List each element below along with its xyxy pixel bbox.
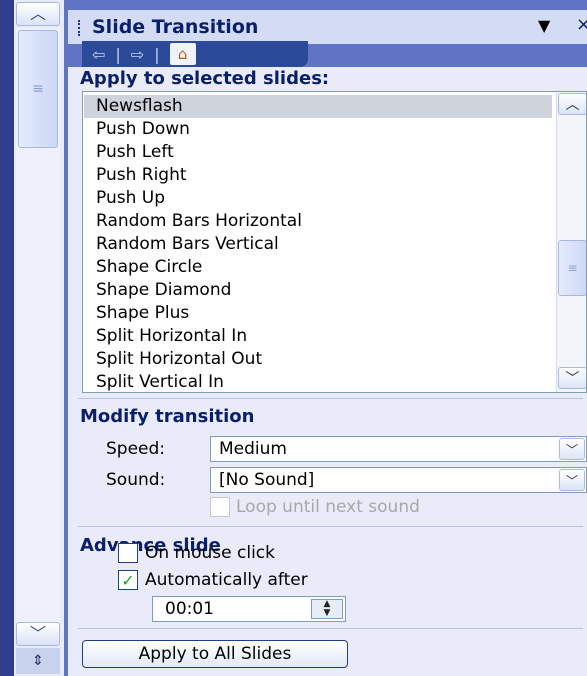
list-scroll-down-button[interactable]: ﹀ <box>558 367 586 389</box>
split-view-button[interactable]: ⇕ <box>16 648 60 674</box>
nav-separator: | <box>115 44 121 64</box>
list-item[interactable]: Split Vertical In <box>84 371 552 392</box>
list-item[interactable]: Shape Circle <box>84 256 552 279</box>
back-arrow-icon[interactable]: ⇦ <box>92 45 105 64</box>
vertical-scrollbar[interactable]: ︿ ≡ ﹀ ⇕ <box>14 0 64 676</box>
speed-label: Speed: <box>106 439 166 459</box>
loop-checkbox[interactable] <box>210 497 230 517</box>
list-scrollbar[interactable]: ︿ ≡ ﹀ <box>556 92 586 392</box>
time-value: 00:01 <box>165 599 214 619</box>
spin-down-icon[interactable]: ▼ <box>324 609 331 618</box>
forward-arrow-icon[interactable]: ⇨ <box>131 45 144 64</box>
chevron-up-icon: ︿ <box>565 97 580 113</box>
time-spinner[interactable]: 00:01 ▲ ▼ <box>152 596 346 622</box>
speed-value: Medium <box>219 439 287 459</box>
pane-body: Apply to selected slides: Newsflash Push… <box>68 67 587 676</box>
pane-title: Slide Transition <box>92 16 259 38</box>
chevron-down-icon: ﹀ <box>565 371 580 387</box>
modify-section-label: Modify transition <box>80 406 255 427</box>
list-item[interactable]: Push Down <box>84 118 552 141</box>
grip-icon: ≡ <box>567 261 578 275</box>
divider <box>78 398 583 399</box>
list-item[interactable]: Shape Plus <box>84 302 552 325</box>
chevron-down-icon[interactable]: ﹀ <box>559 438 585 460</box>
divider <box>78 628 583 629</box>
automatically-after-checkbox[interactable]: ✓ <box>118 570 138 590</box>
close-icon[interactable]: × <box>576 14 587 35</box>
list-item[interactable]: Random Bars Vertical <box>84 233 552 256</box>
list-item[interactable]: Shape Diamond <box>84 279 552 302</box>
nav-separator: | <box>154 44 160 64</box>
divider <box>78 526 583 527</box>
list-item[interactable]: Split Horizontal Out <box>84 348 552 371</box>
list-item[interactable]: Push Right <box>84 164 552 187</box>
home-icon[interactable]: ⌂ <box>169 43 196 65</box>
on-mouse-click-label: On mouse click <box>145 543 275 563</box>
sound-label: Sound: <box>106 470 166 490</box>
apply-section-label: Apply to selected slides: <box>80 68 330 89</box>
chevron-down-icon: ﹀ <box>29 624 46 643</box>
scroll-down-button[interactable]: ﹀ <box>16 622 60 646</box>
sound-dropdown[interactable]: [No Sound] ﹀ <box>210 467 587 493</box>
list-item[interactable]: Push Up <box>84 187 552 210</box>
list-item[interactable]: Push Left <box>84 141 552 164</box>
pane-nav-bar: ⇦ | ⇨ | ⌂ <box>82 41 308 67</box>
transition-list[interactable]: Newsflash Push Down Push Left Push Right… <box>82 91 587 393</box>
sound-value: [No Sound] <box>219 470 315 490</box>
chevron-up-icon: ︿ <box>29 4 46 23</box>
split-arrows-icon: ⇕ <box>32 653 44 669</box>
apply-to-all-slides-button[interactable]: Apply to All Slides <box>82 640 348 668</box>
spinner-buttons[interactable]: ▲ ▼ <box>311 599 343 619</box>
scroll-thumb[interactable]: ≡ <box>18 30 58 148</box>
speed-dropdown[interactable]: Medium ﹀ <box>210 436 587 462</box>
loop-label: Loop until next sound <box>236 497 420 517</box>
list-scroll-thumb[interactable]: ≡ <box>558 240 586 296</box>
grip-icon: ≡ <box>32 81 44 97</box>
slide-sorter-strip <box>0 0 14 676</box>
pane-header: Slide Transition ▼ × <box>68 10 587 44</box>
pane-menu-arrow-icon[interactable]: ▼ <box>538 16 550 35</box>
on-mouse-click-checkbox[interactable] <box>118 543 138 563</box>
list-item[interactable]: Newsflash <box>84 95 552 118</box>
automatically-after-label: Automatically after <box>145 570 308 590</box>
list-item[interactable]: Split Horizontal In <box>84 325 552 348</box>
list-item[interactable]: Random Bars Horizontal <box>84 210 552 233</box>
list-scroll-up-button[interactable]: ︿ <box>558 93 586 115</box>
slide-transition-pane: Slide Transition ▼ × ⇦ | ⇨ | ⌂ Apply to … <box>64 0 587 676</box>
chevron-down-icon[interactable]: ﹀ <box>559 469 585 491</box>
scroll-up-button[interactable]: ︿ <box>16 2 60 26</box>
drag-grip-icon[interactable] <box>78 20 84 36</box>
